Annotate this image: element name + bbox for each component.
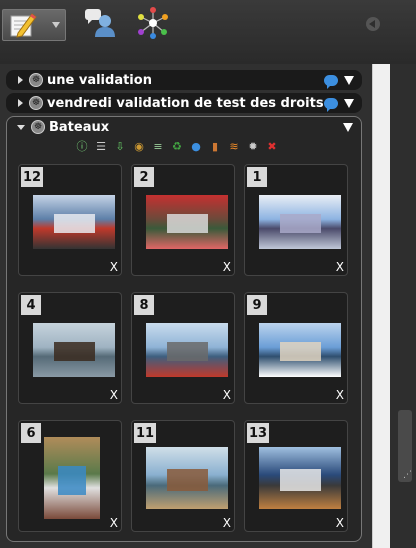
boat-photo[interactable]	[146, 323, 228, 377]
chevron-down-icon[interactable]	[52, 22, 60, 28]
top-toolbar	[0, 0, 416, 64]
section-bateaux-header[interactable]: ☸ Bateaux	[7, 117, 361, 137]
section-title: vendredi validation de test des droits	[47, 95, 324, 111]
edit-tool-button[interactable]	[2, 9, 66, 41]
stack-icon[interactable]: ≡	[151, 139, 165, 153]
remove-photo-button[interactable]: X	[110, 516, 118, 530]
expand-arrow-icon[interactable]	[18, 76, 23, 84]
menu-triangle-icon[interactable]	[344, 75, 354, 85]
collapse-sidebar-button[interactable]	[366, 17, 380, 31]
boat-photo[interactable]	[259, 195, 341, 249]
thumbnail-number: 11	[134, 423, 157, 443]
photo-subject	[167, 342, 208, 361]
scrollbar[interactable]	[372, 64, 390, 548]
photo-thumbnail[interactable]: 4X	[18, 292, 122, 404]
remove-photo-button[interactable]: X	[223, 388, 231, 402]
boat-photo[interactable]	[259, 323, 341, 377]
photo-thumbnail[interactable]: 6X	[18, 420, 122, 532]
thumbnail-number: 2	[134, 167, 154, 187]
boat-photo[interactable]	[146, 195, 228, 249]
info-icon[interactable]: ⓘ	[75, 139, 89, 153]
thumbnail-number: 12	[21, 167, 44, 187]
boat-photo[interactable]	[33, 195, 115, 249]
boat-photo[interactable]	[44, 437, 100, 519]
comment-icon[interactable]	[324, 97, 338, 112]
photo-thumbnail[interactable]: 13 X	[244, 420, 348, 532]
remove-photo-button[interactable]: X	[110, 260, 118, 274]
menu-triangle-icon[interactable]	[343, 122, 353, 132]
photo-thumbnail[interactable]: 8X	[131, 292, 235, 404]
bateaux-panel: ☸ Bateaux ⓘ ☰ ⇩ ◉ ≡ ♻ ● ▮ ≋ ✹ ✖ 12 X 2 X 1 X 4 X 8 X 9 X 6 X 11 X…	[6, 116, 362, 542]
list-icon[interactable]: ☰	[94, 139, 108, 153]
thumbnail-number: 13	[247, 423, 270, 443]
photo-subject	[54, 342, 95, 361]
thumbnail-number: 1	[247, 167, 267, 187]
boat-photo[interactable]	[146, 447, 228, 509]
collapse-arrow-icon[interactable]	[17, 124, 25, 130]
download-icon[interactable]: ⇩	[113, 139, 127, 153]
photo-subject	[280, 342, 321, 361]
settings-icon[interactable]: ✹	[246, 139, 260, 153]
delete-icon[interactable]: ✖	[265, 139, 279, 153]
thumbnail-number: 9	[247, 295, 267, 315]
boat-photo[interactable]	[259, 447, 341, 509]
thumbnail-number: 4	[21, 295, 41, 315]
rss-icon[interactable]: ≋	[227, 139, 241, 153]
comment-icon[interactable]	[324, 74, 338, 89]
photo-thumbnail[interactable]: 12 X	[18, 164, 122, 276]
bateaux-toolbar: ⓘ ☰ ⇩ ◉ ≡ ♻ ● ▮ ≋ ✹ ✖	[75, 137, 279, 155]
photo-thumbnail[interactable]: 9X	[244, 292, 348, 404]
photo-subject	[280, 469, 321, 491]
thumbnail-number: 6	[21, 423, 41, 443]
remove-photo-button[interactable]: X	[336, 260, 344, 274]
photo-thumbnail[interactable]: 11 X	[131, 420, 235, 532]
comment-icon[interactable]: ●	[189, 139, 203, 153]
section-une-validation[interactable]: ☸ une validation	[6, 70, 362, 90]
pot-icon: ☸	[31, 120, 45, 134]
traffic-light-icon[interactable]: ◉	[132, 139, 146, 153]
photo-subject	[167, 469, 208, 491]
users-chat-icon	[83, 7, 117, 43]
photo-subject	[58, 466, 86, 495]
thumbnail-number: 8	[134, 295, 154, 315]
remove-photo-button[interactable]: X	[110, 388, 118, 402]
remove-photo-button[interactable]: X	[223, 260, 231, 274]
pot-icon: ☸	[29, 96, 43, 110]
expand-arrow-icon[interactable]	[18, 99, 23, 107]
photo-thumbnail[interactable]: 2X	[131, 164, 235, 276]
recycle-icon[interactable]: ♻	[170, 139, 184, 153]
resize-grip-icon[interactable]: ⋰	[403, 470, 412, 480]
menu-triangle-icon[interactable]	[344, 98, 354, 108]
remove-photo-button[interactable]: X	[336, 388, 344, 402]
remove-photo-button[interactable]: X	[223, 516, 231, 530]
photo-thumbnail[interactable]: 1X	[244, 164, 348, 276]
pot-icon: ☸	[29, 73, 43, 87]
network-icon	[137, 7, 169, 43]
edit-note-icon	[8, 11, 38, 39]
section-vendredi-validation[interactable]: ☸ vendredi validation de test des droits	[6, 93, 362, 113]
section-title: Bateaux	[49, 119, 110, 135]
boat-photo[interactable]	[33, 323, 115, 377]
users-chat-button[interactable]	[82, 9, 118, 41]
photo-subject	[54, 214, 95, 233]
photo-subject	[280, 214, 321, 233]
door-icon[interactable]: ▮	[208, 139, 222, 153]
photo-subject	[167, 214, 208, 233]
section-title: une validation	[47, 72, 152, 88]
remove-photo-button[interactable]: X	[336, 516, 344, 530]
network-button[interactable]	[136, 7, 170, 43]
